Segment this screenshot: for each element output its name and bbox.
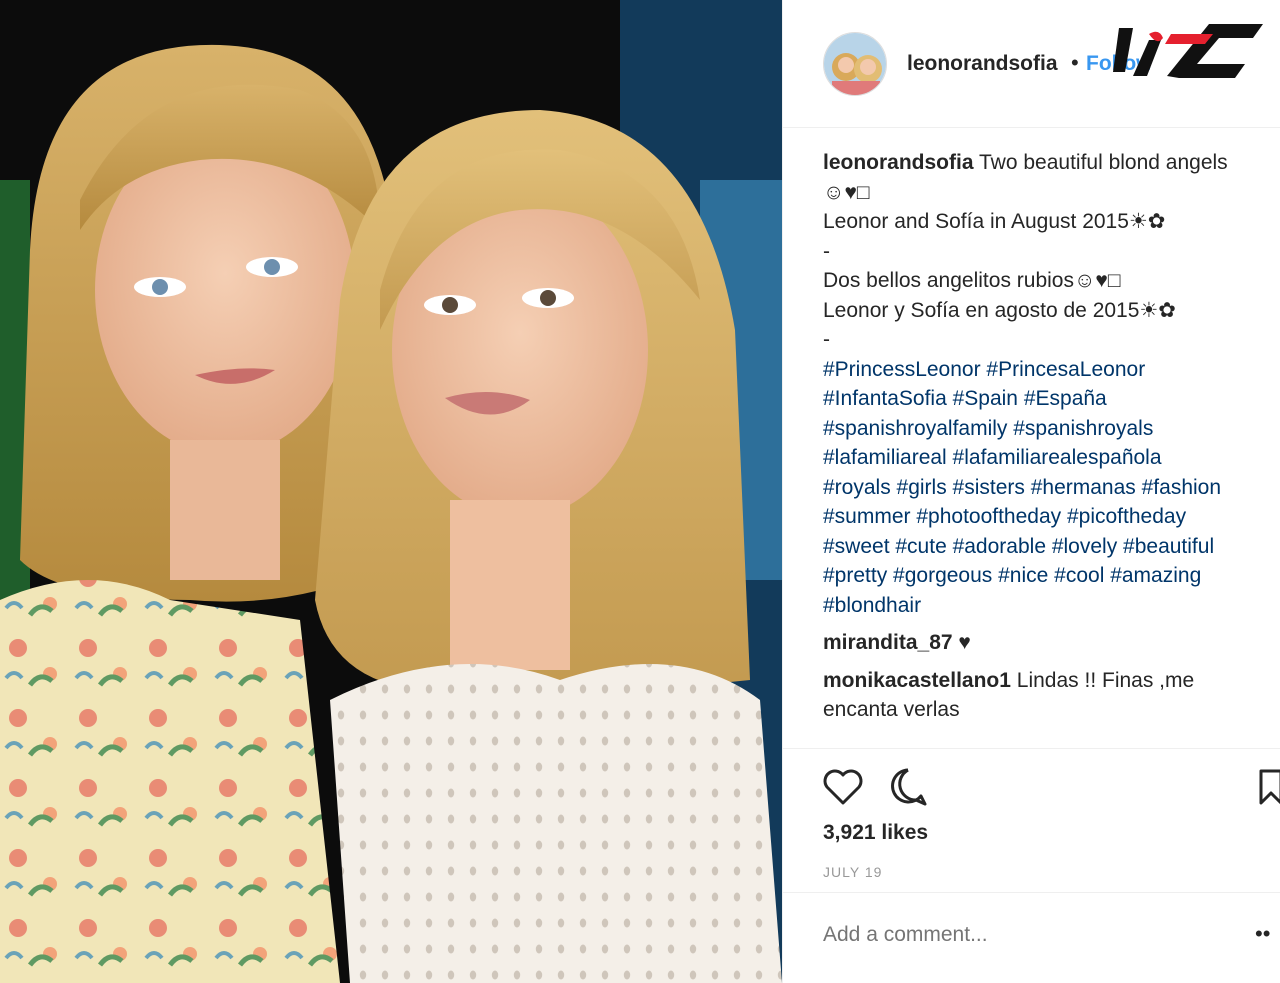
comment-text: ♥ (958, 631, 971, 654)
hashtag-line[interactable]: #blondhair (823, 591, 1263, 621)
post-username[interactable]: leonorandsofia (907, 52, 1058, 76)
hashtag-line[interactable]: #sweet #cute #adorable #lovely #beautifu… (823, 532, 1263, 562)
caption-line: Leonor y Sofía en agosto de 2015☀✿ (823, 298, 1176, 322)
hashtag-line[interactable]: #spanishroyalfamily #spanishroyals (823, 414, 1263, 444)
post-date: JULY 19 (823, 864, 883, 880)
bookmark-icon[interactable] (1257, 765, 1280, 809)
comment-username[interactable]: mirandita_87 (823, 631, 953, 654)
post-details-panel: leonorandsofia • Follow leonorandsofia T… (782, 0, 1280, 983)
comment-item: monikacastellano1 Lindas !! Finas ,me en… (823, 666, 1263, 725)
hashtag-line[interactable]: #summer #photooftheday #picoftheday (823, 502, 1263, 532)
add-comment-input[interactable] (823, 923, 1223, 947)
caption-line: Leonor and Sofía in August 2015☀✿ (823, 210, 1166, 233)
watermark-logo (1113, 24, 1263, 78)
heart-icon[interactable] (821, 765, 865, 809)
post-actions: 3,921 likes JULY 19 (783, 748, 1280, 892)
comments-section: leonorandsofia Two beautiful blond angel… (823, 148, 1263, 748)
post-header: leonorandsofia • Follow (783, 0, 1280, 128)
hashtag-line[interactable]: #InfantaSofia #Spain #España (823, 384, 1263, 414)
separator-dot: • (1071, 50, 1079, 75)
hashtag-line[interactable]: #PrincessLeonor #PrincesaLeonor (823, 355, 1263, 385)
avatar-image (824, 33, 886, 95)
post-photo-illustration (0, 0, 782, 983)
more-options-icon[interactable]: •• (1255, 921, 1270, 947)
comment-icon[interactable] (886, 765, 930, 809)
caption-line: - (823, 239, 830, 263)
comment-username[interactable]: monikacastellano1 (823, 669, 1011, 692)
hashtag-line[interactable]: #royals #girls #sisters #hermanas #fashi… (823, 473, 1263, 503)
caption-line: Dos bellos angelitos rubios☺♥□ (823, 269, 1121, 292)
avatar[interactable] (823, 32, 887, 96)
likes-count[interactable]: 3,921 likes (823, 821, 928, 845)
add-comment-bar: •• (783, 892, 1280, 983)
caption-username[interactable]: leonorandsofia (823, 151, 974, 174)
comment-item: mirandita_87 ♥ (823, 628, 1263, 658)
caption-line: - (823, 328, 830, 351)
post-photo (0, 0, 782, 983)
hashtag-line[interactable]: #pretty #gorgeous #nice #cool #amazing (823, 561, 1263, 591)
caption-line: ☺♥□ (823, 180, 870, 204)
caption-text: Two beautiful blond angels (979, 151, 1228, 174)
hashtag-line[interactable]: #lafamiliareal #lafamiliarealespañola (823, 443, 1263, 473)
caption-line: leonorandsofia Two beautiful blond angel… (823, 148, 1263, 178)
hashtag-list: #PrincessLeonor #PrincesaLeonor #Infanta… (823, 355, 1263, 621)
